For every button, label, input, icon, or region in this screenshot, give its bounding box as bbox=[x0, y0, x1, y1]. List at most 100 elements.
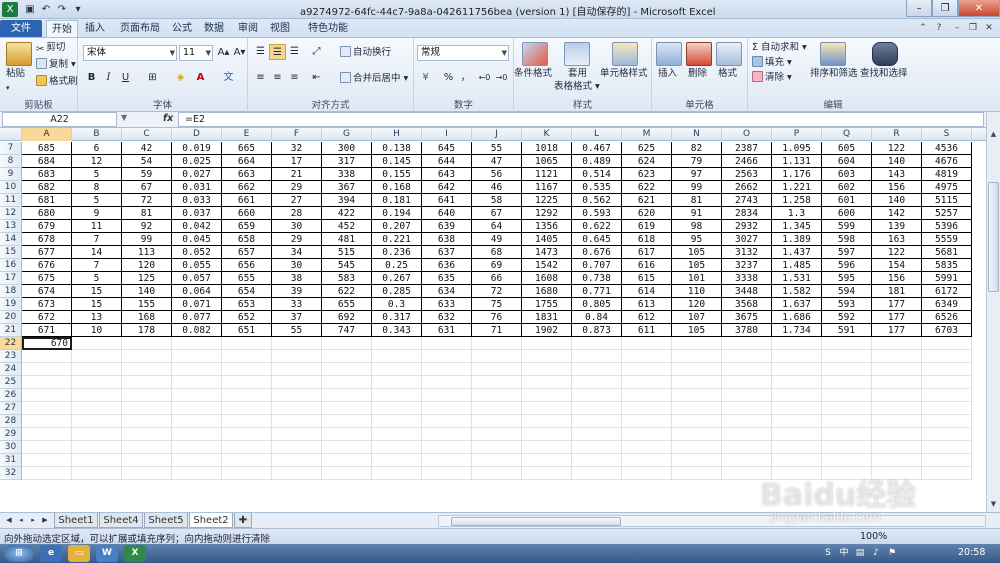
row-header-active[interactable]: 22 bbox=[0, 337, 22, 350]
table-cell[interactable]: 122 bbox=[872, 142, 922, 155]
empty-cell[interactable] bbox=[72, 363, 122, 376]
tab-data[interactable]: 数据 bbox=[200, 20, 228, 38]
table-cell[interactable]: 15 bbox=[72, 298, 122, 311]
empty-cell[interactable] bbox=[372, 402, 422, 415]
table-cell[interactable]: 7 bbox=[72, 233, 122, 246]
table-cell[interactable]: 0.771 bbox=[572, 285, 622, 298]
empty-cell[interactable] bbox=[172, 363, 222, 376]
row-header[interactable]: 23 bbox=[0, 350, 22, 363]
table-cell[interactable]: 68 bbox=[472, 246, 522, 259]
redo-icon[interactable]: ↷ bbox=[54, 2, 70, 17]
table-cell[interactable]: 72 bbox=[122, 194, 172, 207]
table-cell[interactable]: 49 bbox=[472, 233, 522, 246]
empty-cell[interactable] bbox=[922, 428, 972, 441]
empty-cell[interactable] bbox=[472, 363, 522, 376]
table-cell[interactable]: 1.686 bbox=[772, 311, 822, 324]
empty-cell[interactable] bbox=[422, 389, 472, 402]
empty-cell[interactable] bbox=[222, 389, 272, 402]
table-cell[interactable]: 639 bbox=[422, 220, 472, 233]
row-header[interactable]: 30 bbox=[0, 441, 22, 454]
table-cell[interactable]: 1167 bbox=[522, 181, 572, 194]
table-cell[interactable]: 0.052 bbox=[172, 246, 222, 259]
empty-cell[interactable] bbox=[822, 402, 872, 415]
doc-close-icon[interactable]: ✕ bbox=[982, 22, 996, 35]
column-header-h[interactable]: H bbox=[372, 128, 422, 141]
table-cell[interactable]: 5835 bbox=[922, 259, 972, 272]
empty-cell[interactable] bbox=[722, 441, 772, 454]
table-cell[interactable]: 34 bbox=[272, 246, 322, 259]
table-cell[interactable]: 120 bbox=[122, 259, 172, 272]
copy-button[interactable]: 复制 ▾ bbox=[36, 58, 76, 72]
vertical-scrollbar[interactable]: ▲ ▼ bbox=[986, 112, 1000, 512]
italic-button[interactable]: I bbox=[100, 70, 117, 86]
insert-function-icon[interactable]: fx bbox=[163, 113, 173, 124]
empty-cell[interactable] bbox=[272, 441, 322, 454]
table-cell[interactable]: 9 bbox=[72, 207, 122, 220]
doc-restore-icon[interactable]: ❐ bbox=[966, 22, 980, 35]
empty-cell[interactable] bbox=[172, 415, 222, 428]
table-cell[interactable]: 95 bbox=[672, 233, 722, 246]
table-cell[interactable]: 47 bbox=[472, 155, 522, 168]
table-cell[interactable]: 1608 bbox=[522, 272, 572, 285]
table-cell[interactable]: 676 bbox=[22, 259, 72, 272]
table-cell[interactable]: 611 bbox=[622, 324, 672, 337]
worksheet-grid[interactable]: ABCDEFGHIJKLMNOPQRS 7 685 6 42 0.019 665 32 300… bbox=[0, 128, 986, 512]
name-box[interactable]: A22 bbox=[2, 112, 117, 127]
table-cell[interactable]: 56 bbox=[472, 168, 522, 181]
empty-cell[interactable] bbox=[672, 389, 722, 402]
table-cell[interactable]: 75 bbox=[472, 298, 522, 311]
table-cell[interactable]: 0.221 bbox=[372, 233, 422, 246]
empty-cell[interactable] bbox=[772, 376, 822, 389]
table-cell[interactable]: 622 bbox=[322, 285, 372, 298]
empty-cell[interactable] bbox=[522, 402, 572, 415]
empty-cell[interactable] bbox=[222, 454, 272, 467]
empty-cell[interactable] bbox=[222, 467, 272, 480]
table-cell[interactable]: 0.207 bbox=[372, 220, 422, 233]
table-cell[interactable]: 46 bbox=[472, 181, 522, 194]
table-cell[interactable]: 652 bbox=[222, 311, 272, 324]
empty-cell[interactable] bbox=[822, 363, 872, 376]
fill-color-icon[interactable]: ◈ bbox=[172, 70, 189, 86]
table-cell[interactable]: 79 bbox=[672, 155, 722, 168]
table-cell[interactable]: 42 bbox=[122, 142, 172, 155]
table-cell[interactable]: 0.027 bbox=[172, 168, 222, 181]
cut-button[interactable]: ✂ 剪切 bbox=[36, 41, 65, 55]
empty-cell[interactable] bbox=[622, 363, 672, 376]
table-cell[interactable]: 678 bbox=[22, 233, 72, 246]
empty-cell[interactable] bbox=[522, 376, 572, 389]
table-cell[interactable]: 5115 bbox=[922, 194, 972, 207]
tab-insert[interactable]: 插入 bbox=[80, 20, 110, 38]
table-cell[interactable]: 17 bbox=[272, 155, 322, 168]
table-cell[interactable]: 156 bbox=[872, 272, 922, 285]
network-icon[interactable]: ▤ bbox=[854, 547, 866, 559]
empty-cell[interactable] bbox=[722, 415, 772, 428]
empty-cell[interactable] bbox=[72, 337, 122, 350]
fill-button[interactable]: 填充 ▾ bbox=[752, 56, 792, 70]
table-cell[interactable]: 177 bbox=[872, 311, 922, 324]
empty-cell[interactable] bbox=[922, 337, 972, 350]
first-sheet-icon[interactable]: ◀ bbox=[4, 515, 14, 526]
table-cell[interactable]: 107 bbox=[672, 311, 722, 324]
empty-cell[interactable] bbox=[522, 337, 572, 350]
empty-cell[interactable] bbox=[172, 454, 222, 467]
table-cell[interactable]: 1292 bbox=[522, 207, 572, 220]
table-cell[interactable]: 1356 bbox=[522, 220, 572, 233]
scroll-up-icon[interactable]: ▲ bbox=[988, 128, 999, 140]
table-cell[interactable]: 69 bbox=[472, 259, 522, 272]
empty-cell[interactable] bbox=[372, 454, 422, 467]
table-cell[interactable]: 638 bbox=[422, 233, 472, 246]
table-cell[interactable]: 1.734 bbox=[772, 324, 822, 337]
empty-cell[interactable] bbox=[822, 376, 872, 389]
word-taskbar-icon[interactable]: W bbox=[96, 545, 118, 562]
empty-cell[interactable] bbox=[522, 428, 572, 441]
table-cell[interactable]: 58 bbox=[472, 194, 522, 207]
table-cell[interactable]: 92 bbox=[122, 220, 172, 233]
table-cell[interactable]: 105 bbox=[672, 259, 722, 272]
empty-cell[interactable] bbox=[22, 350, 72, 363]
empty-cell[interactable] bbox=[772, 415, 822, 428]
volume-icon[interactable]: ♪ bbox=[870, 547, 882, 559]
empty-cell[interactable] bbox=[772, 454, 822, 467]
row-header[interactable]: 25 bbox=[0, 376, 22, 389]
merge-center-button[interactable]: 合并后居中 ▾ bbox=[340, 72, 408, 86]
table-cell[interactable]: 481 bbox=[322, 233, 372, 246]
